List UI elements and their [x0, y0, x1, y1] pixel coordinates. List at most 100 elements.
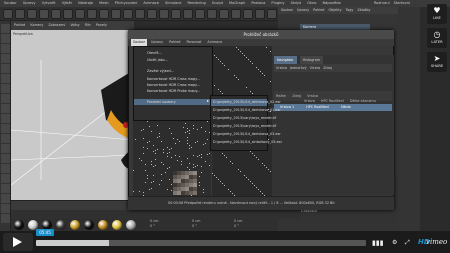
viewer-menu-item[interactable]: Pohled: [167, 39, 182, 46]
material-ball[interactable]: [14, 220, 24, 230]
toolbar-button[interactable]: [183, 9, 193, 19]
menu-item[interactable]: Mesh: [99, 0, 108, 7]
menu-item[interactable]: MoGraph: [229, 0, 245, 7]
tool-button[interactable]: [1, 184, 10, 193]
tool-button[interactable]: [1, 164, 10, 173]
toolbar-button[interactable]: [207, 9, 217, 19]
layout-item[interactable]: Rozhraní: [374, 0, 390, 7]
menu-item[interactable]: Úpravy: [23, 0, 36, 7]
settings-icon[interactable]: ⚙: [392, 238, 397, 248]
menu-item[interactable]: Výběr: [62, 0, 72, 7]
viewer-menu-item[interactable]: Porovnat: [184, 39, 203, 46]
tool-button[interactable]: [1, 154, 10, 163]
menu-item[interactable]: Nápověda: [322, 0, 340, 7]
tool-button[interactable]: [1, 204, 10, 213]
histogram-header-item[interactable]: Vrstva: [276, 64, 287, 72]
file-menu-item[interactable]: Zavést výjezd...: [147, 68, 174, 74]
attr-menu-item[interactable]: Pohled: [313, 7, 324, 14]
coord-field[interactable]: 0 °: [192, 224, 197, 229]
menu-item[interactable]: Animace: [143, 0, 159, 7]
tool-button[interactable]: [1, 94, 10, 103]
tool-button[interactable]: [1, 104, 10, 113]
histogram-selected-row[interactable]: Vrstva 1 HPC Rozlišení Nikdo: [274, 104, 392, 111]
toolbar-button[interactable]: [15, 9, 25, 19]
viewport-menu-item[interactable]: Zobrazení: [48, 21, 65, 30]
recent-file-item[interactable]: D:\projekty_2013\vary\roys_render.tif: [213, 123, 276, 130]
material-ball[interactable]: [112, 220, 122, 230]
tool-button[interactable]: [1, 34, 10, 43]
volume-icon[interactable]: ▮▮▮: [372, 238, 384, 248]
toolbar-button[interactable]: [231, 9, 241, 19]
viewport-menu-item[interactable]: Filtr: [85, 21, 91, 30]
menu-item[interactable]: Soubor: [4, 0, 17, 7]
tool-button[interactable]: [1, 214, 10, 223]
recent-file-item[interactable]: D:\projekty_2013\vary\roys_render.tif: [213, 115, 276, 122]
toolbar-button[interactable]: [195, 9, 205, 19]
toolbar-button[interactable]: [219, 9, 229, 19]
attr-menu-item[interactable]: Tagy: [346, 7, 354, 14]
menu-item[interactable]: Okno: [307, 0, 316, 7]
toolbar-button[interactable]: [39, 9, 49, 19]
menu-item[interactable]: Vytvořit: [42, 0, 56, 7]
viewer-menu-item[interactable]: Soubor: [131, 39, 147, 46]
toolbar-button[interactable]: [135, 9, 145, 19]
menu-item[interactable]: Sculpt: [212, 0, 223, 7]
attr-menu-item[interactable]: Soubor: [281, 7, 293, 14]
recent-file-item[interactable]: D:\projekty_2013\U14_derivkova_02.exr: [211, 99, 281, 106]
coord-field[interactable]: 0 °: [150, 224, 155, 229]
toolbar-button[interactable]: [51, 9, 61, 19]
tool-button[interactable]: [1, 134, 10, 143]
attr-menu-item[interactable]: Úpravy: [297, 7, 309, 14]
toolbar-button[interactable]: [111, 9, 121, 19]
tool-button[interactable]: [1, 64, 10, 73]
material-ball[interactable]: [84, 220, 94, 230]
file-menu-item[interactable]: Poslední soubory: [134, 99, 212, 105]
tool-button[interactable]: [1, 144, 10, 153]
viewer-menu-item[interactable]: Úpravy: [149, 39, 165, 46]
toolbar-button[interactable]: [147, 9, 157, 19]
toolbar-button[interactable]: [27, 9, 37, 19]
vimeo-logo[interactable]: vimeo: [426, 238, 447, 246]
toolbar-button[interactable]: [63, 9, 73, 19]
toolbar-button[interactable]: [87, 9, 97, 19]
recent-file-item[interactable]: D:\projekty_2013\U14_sinkolkody_05.exr: [213, 139, 282, 146]
recent-file-item[interactable]: D:\projekty_2013\U14_derivkova_01.exr: [213, 107, 281, 114]
recent-file-item[interactable]: D:\projekty_2013\U14_derivkova_03.exr: [213, 131, 281, 138]
tool-button[interactable]: [1, 74, 10, 83]
toolbar-button[interactable]: [99, 9, 109, 19]
menu-item[interactable]: Rendering: [187, 0, 205, 7]
tool-button[interactable]: [1, 174, 10, 183]
menu-item[interactable]: Přichycování: [115, 0, 138, 7]
histogram-tab[interactable]: Navigátor: [274, 56, 297, 64]
attr-menu-item[interactable]: Záložky: [357, 7, 370, 14]
fullscreen-icon[interactable]: ⤢: [405, 238, 410, 248]
viewport-menu-item[interactable]: Panely: [96, 21, 107, 30]
material-ball[interactable]: [126, 220, 136, 230]
tool-button[interactable]: [1, 84, 10, 93]
coord-field[interactable]: 0 °: [234, 224, 239, 229]
tool-button[interactable]: [1, 44, 10, 53]
file-menu-item[interactable]: Konvertovat HDR Probe mapy...: [147, 88, 200, 94]
menu-item[interactable]: Postava: [251, 0, 265, 7]
attr-menu-item[interactable]: Objekty: [328, 7, 341, 14]
clock-button[interactable]: ◷ LATER: [427, 28, 447, 48]
video-progress-bar[interactable]: [36, 240, 366, 246]
viewer-menu-item[interactable]: Animace: [205, 39, 224, 46]
material-ball[interactable]: [56, 220, 66, 230]
tool-button[interactable]: [1, 114, 10, 123]
material-ball[interactable]: [98, 220, 108, 230]
tool-button[interactable]: [1, 54, 10, 63]
heart-button[interactable]: ♥ LIKE: [427, 4, 447, 24]
histogram-header-item[interactable]: Zdroj: [323, 64, 332, 72]
viewport-3d[interactable]: [11, 30, 134, 200]
tool-button[interactable]: [1, 194, 10, 203]
menu-item[interactable]: Simulace: [165, 0, 181, 7]
material-ball[interactable]: [70, 220, 80, 230]
viewport-menu-item[interactable]: Kamery: [30, 21, 43, 30]
histogram-header-item[interactable]: Vícero: [310, 64, 321, 72]
viewport-menu-item[interactable]: Volby: [70, 21, 79, 30]
toolbar-button[interactable]: [243, 9, 253, 19]
menu-item[interactable]: Skript: [291, 0, 302, 7]
toolbar-button[interactable]: [123, 9, 133, 19]
menu-item[interactable]: Pluginy: [271, 0, 284, 7]
